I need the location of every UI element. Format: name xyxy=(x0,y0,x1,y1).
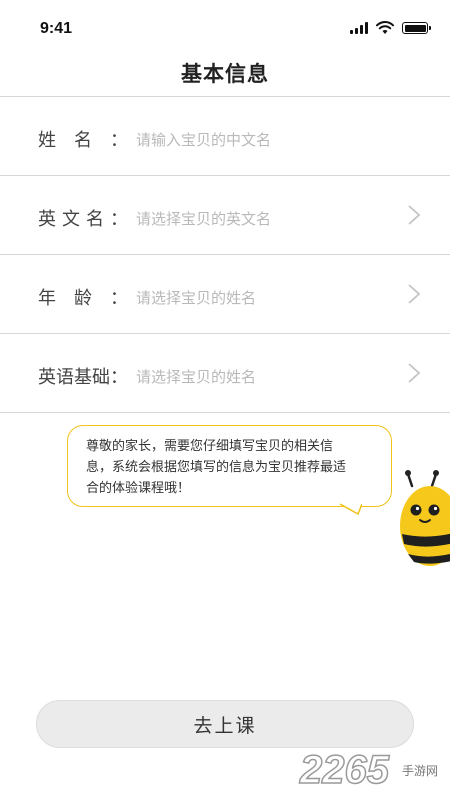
form-row[interactable]: 年龄：请选择宝贝的姓名 xyxy=(0,255,450,334)
label-colon: ： xyxy=(110,209,128,230)
field-label: 姓名： xyxy=(38,126,128,152)
label-colon: ： xyxy=(110,288,128,309)
site-watermark: 2265 手游网 xyxy=(299,747,450,794)
field-label: 英语基础： xyxy=(38,363,128,389)
page-title: 基本信息 xyxy=(181,62,269,86)
wifi-icon xyxy=(376,21,394,34)
status-bar: 9:41 xyxy=(0,0,450,56)
form-row[interactable]: 姓名：请输入宝贝的中文名 xyxy=(0,97,450,176)
tip-line: 合的体验课程哦！ xyxy=(86,481,191,496)
chevron-right-icon[interactable] xyxy=(406,204,422,226)
status-time: 9:41 xyxy=(40,20,73,37)
field-label: 年龄： xyxy=(38,284,128,310)
form-row[interactable]: 英语基础：请选择宝贝的姓名 xyxy=(0,334,450,413)
form-row[interactable]: 英文名：请选择宝贝的英文名 xyxy=(0,176,450,255)
bee-mascot-icon xyxy=(400,470,450,566)
watermark-number: 2265 xyxy=(299,747,389,793)
status-icons xyxy=(350,20,431,36)
chevron-right-icon[interactable] xyxy=(406,283,422,305)
watermark-domain: 手游网 xyxy=(402,764,439,778)
battery-icon xyxy=(402,22,431,34)
start-class-button[interactable]: 去上课 xyxy=(36,700,414,748)
bubble-tail xyxy=(340,503,362,515)
tip-line: 息，系统会根据您填写的信息为宝贝推荐最适 xyxy=(86,460,347,475)
field-label: 英文名： xyxy=(38,205,128,231)
tip-line: 尊敬的家长，需要您仔细填写宝贝的相关信 xyxy=(86,439,334,454)
tip-bubble: 尊敬的家长，需要您仔细填写宝贝的相关信 息，系统会根据您填写的信息为宝贝推荐最适… xyxy=(67,425,392,507)
label-colon: ： xyxy=(110,367,128,388)
signal-icon xyxy=(350,22,368,34)
chevron-right-icon[interactable] xyxy=(406,362,422,384)
label-colon: ： xyxy=(110,130,128,151)
